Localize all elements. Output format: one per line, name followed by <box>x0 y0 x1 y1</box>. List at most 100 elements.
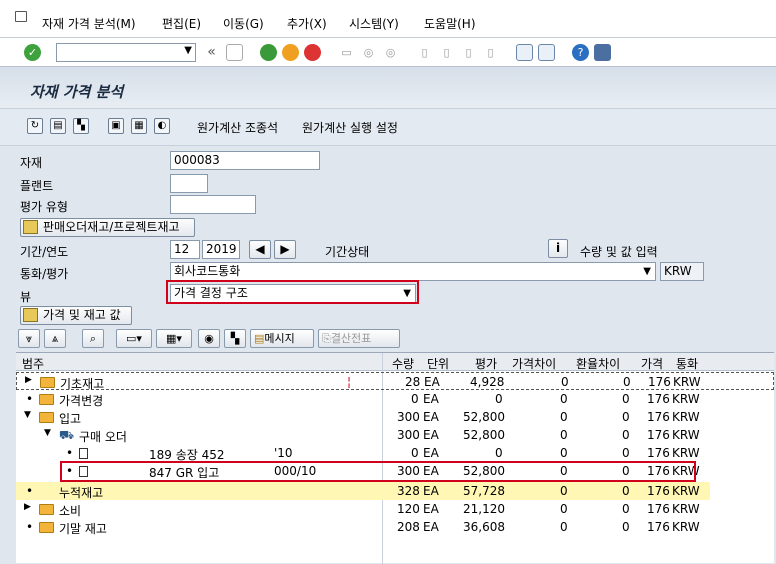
first-page-icon[interactable]: ▯ <box>416 44 433 61</box>
hierarchy-icon[interactable]: ▚ <box>224 329 246 348</box>
costing-run-settings-button[interactable]: 원가계산 실행 설정 <box>302 119 398 136</box>
table-icon[interactable]: ▦ <box>131 118 147 134</box>
table-row[interactable]: • 누적재고 328 EA 57,728 0 0 176 KRW <box>16 482 710 500</box>
info-button[interactable]: i <box>548 239 568 258</box>
table-row[interactable]: ▶ 소비 120 EA 21,120 0 0 176 KRW <box>16 500 774 518</box>
command-field[interactable]: ▼ <box>56 43 196 62</box>
menu-material-price-analysis[interactable]: 자재 가격 분석(M) <box>42 15 136 32</box>
hierarchy-icon[interactable]: ▚ <box>73 118 89 134</box>
bullet-icon: • <box>66 446 74 460</box>
period-input[interactable]: 12 <box>170 240 200 259</box>
menu-goto[interactable]: 이동(G) <box>223 15 264 32</box>
print-dropdown-icon[interactable]: ▭▾ <box>116 329 152 348</box>
back-icon[interactable] <box>260 44 277 61</box>
last-page-icon[interactable]: ▯ <box>482 44 499 61</box>
save-icon[interactable] <box>226 44 243 61</box>
year-input[interactable]: 2019 <box>202 240 240 259</box>
folder-icon <box>39 502 54 516</box>
valuation-type-input[interactable] <box>170 195 256 214</box>
collapse-arrow-icon[interactable]: ▼ <box>44 428 51 438</box>
help-icon[interactable]: ? <box>572 44 589 61</box>
cell-exchange-diff: 0 <box>622 520 630 534</box>
menu-extras[interactable]: 추가(X) <box>287 15 327 32</box>
cell-valuation: 21,120 <box>463 502 505 516</box>
table-row[interactable]: • 기말 재고 208 EA 36,608 0 0 176 KRW <box>16 518 774 536</box>
shortcut-icon[interactable] <box>538 44 555 61</box>
menu-help[interactable]: 도움말(H) <box>424 15 476 32</box>
find-next-icon[interactable]: ◎ <box>382 44 399 61</box>
col-currency[interactable]: 통화 <box>676 355 698 372</box>
chevron-down-icon[interactable]: ▼ <box>184 45 192 56</box>
purchase-order-icon: ⛟ <box>59 428 75 442</box>
col-exchange-diff[interactable]: 환율차이 <box>576 355 620 372</box>
col-category[interactable]: 범주 <box>22 355 44 372</box>
sales-order-stock-button[interactable]: 판매오더재고/프로젝트재고 <box>20 218 195 237</box>
find-icon[interactable]: ⌕ <box>82 329 104 348</box>
bullet-icon: • <box>26 392 34 406</box>
cell-currency: KRW <box>672 392 700 406</box>
expand-arrow-icon[interactable]: ▶ <box>25 375 32 385</box>
refresh-icon[interactable]: ↻ <box>27 118 43 134</box>
col-quantity[interactable]: 수량 <box>392 355 414 372</box>
col-unit[interactable]: 단위 <box>427 355 449 372</box>
zoom-icon[interactable]: ◉ <box>198 329 220 348</box>
table-row[interactable]: ▼ 입고 300 EA 52,800 0 0 176 KRW <box>16 408 774 426</box>
currency-code: KRW <box>660 262 704 281</box>
collapse-arrow-icon[interactable]: ▼ <box>24 410 31 420</box>
col-valuation[interactable]: 평가 <box>475 355 497 372</box>
settings-icon[interactable]: ◐ <box>154 118 170 134</box>
triangle-left-icon: ◀ <box>255 242 265 256</box>
price-stock-values-button[interactable]: 가격 및 재고 값 <box>20 306 132 325</box>
messages-button[interactable]: ▤메시지 <box>250 329 314 348</box>
currency-select[interactable]: 회사코드통화 ▼ <box>170 262 656 281</box>
cell-unit: EA <box>423 392 439 406</box>
cell-currency: KRW <box>672 428 700 442</box>
cell-unit: EA <box>423 410 439 424</box>
list-icon[interactable]: ▤ <box>50 118 66 134</box>
cell-unit: EA <box>423 520 439 534</box>
menu-edit[interactable]: 편집(E) <box>162 15 201 32</box>
costing-cockpit-button[interactable]: 원가계산 조종석 <box>197 119 278 136</box>
menu-system[interactable]: 시스템(Y) <box>349 15 399 32</box>
next-page-icon[interactable]: ▯ <box>460 44 477 61</box>
plant-input[interactable] <box>170 174 208 193</box>
price-stock-values-label: 가격 및 재고 값 <box>43 308 121 322</box>
prev-page-icon[interactable]: ▯ <box>438 44 455 61</box>
sales-order-stock-label: 판매오더재고/프로젝트재고 <box>43 220 180 234</box>
expand-all-icon[interactable]: ⩔ <box>18 329 40 348</box>
collapse-all-icon[interactable]: ⩓ <box>44 329 66 348</box>
application-toolbar: ↻ ▤ ▚ ▣ ▦ ◐ 원가계산 조종석 원가계산 실행 설정 <box>0 109 776 146</box>
table-row[interactable]: • 189 송장 452 '10 0 EA 0 0 0 176 KRW <box>16 444 774 462</box>
find-icon[interactable]: ◎ <box>360 44 377 61</box>
nav-back-icon[interactable]: « <box>203 44 220 61</box>
page-title: 자재 가격 분석 <box>30 83 124 101</box>
table-row[interactable]: • 가격변경 0 EA 0 0 0 176 KRW <box>16 390 774 408</box>
overview-icon[interactable]: ▣ <box>108 118 124 134</box>
cell-unit: EA <box>423 446 439 460</box>
cell-currency: KRW <box>672 484 700 498</box>
cell-valuation: 0 <box>495 446 503 460</box>
qty-value-input-label[interactable]: 수량 및 값 입력 <box>580 243 658 260</box>
closing-document-button[interactable]: ⎘결산전표 <box>318 329 400 348</box>
layout-menu-icon[interactable] <box>594 44 611 61</box>
enter-check-icon[interactable]: ✓ <box>24 44 41 61</box>
window-icon[interactable] <box>15 11 27 22</box>
col-price[interactable]: 가격 <box>641 355 663 372</box>
next-period-button[interactable]: ▶ <box>274 240 296 259</box>
expand-arrow-icon[interactable]: ▶ <box>24 502 31 512</box>
new-session-icon[interactable] <box>516 44 533 61</box>
toggle-icon <box>23 220 38 234</box>
folder-icon <box>39 392 54 406</box>
material-input[interactable]: 000083 <box>170 151 320 170</box>
col-price-diff[interactable]: 가격차이 <box>512 355 556 372</box>
highlight-gr-row-box <box>60 461 696 482</box>
cell-qty: 120 <box>397 502 420 516</box>
prev-period-button[interactable]: ◀ <box>249 240 271 259</box>
table-row[interactable]: ▼ ⛟ 구매 오더 300 EA 52,800 0 0 176 KRW <box>16 426 774 444</box>
cancel-icon[interactable] <box>304 44 321 61</box>
table-row[interactable]: ▶ 기초재고 ¦ 28 EA 4,928 0 0 176 KRW <box>16 372 774 391</box>
print-icon[interactable]: ▭ <box>338 44 355 61</box>
layout-dropdown-icon[interactable]: ▦▾ <box>156 329 192 348</box>
exit-icon[interactable] <box>282 44 299 61</box>
row-label: 가격변경 <box>59 394 104 408</box>
